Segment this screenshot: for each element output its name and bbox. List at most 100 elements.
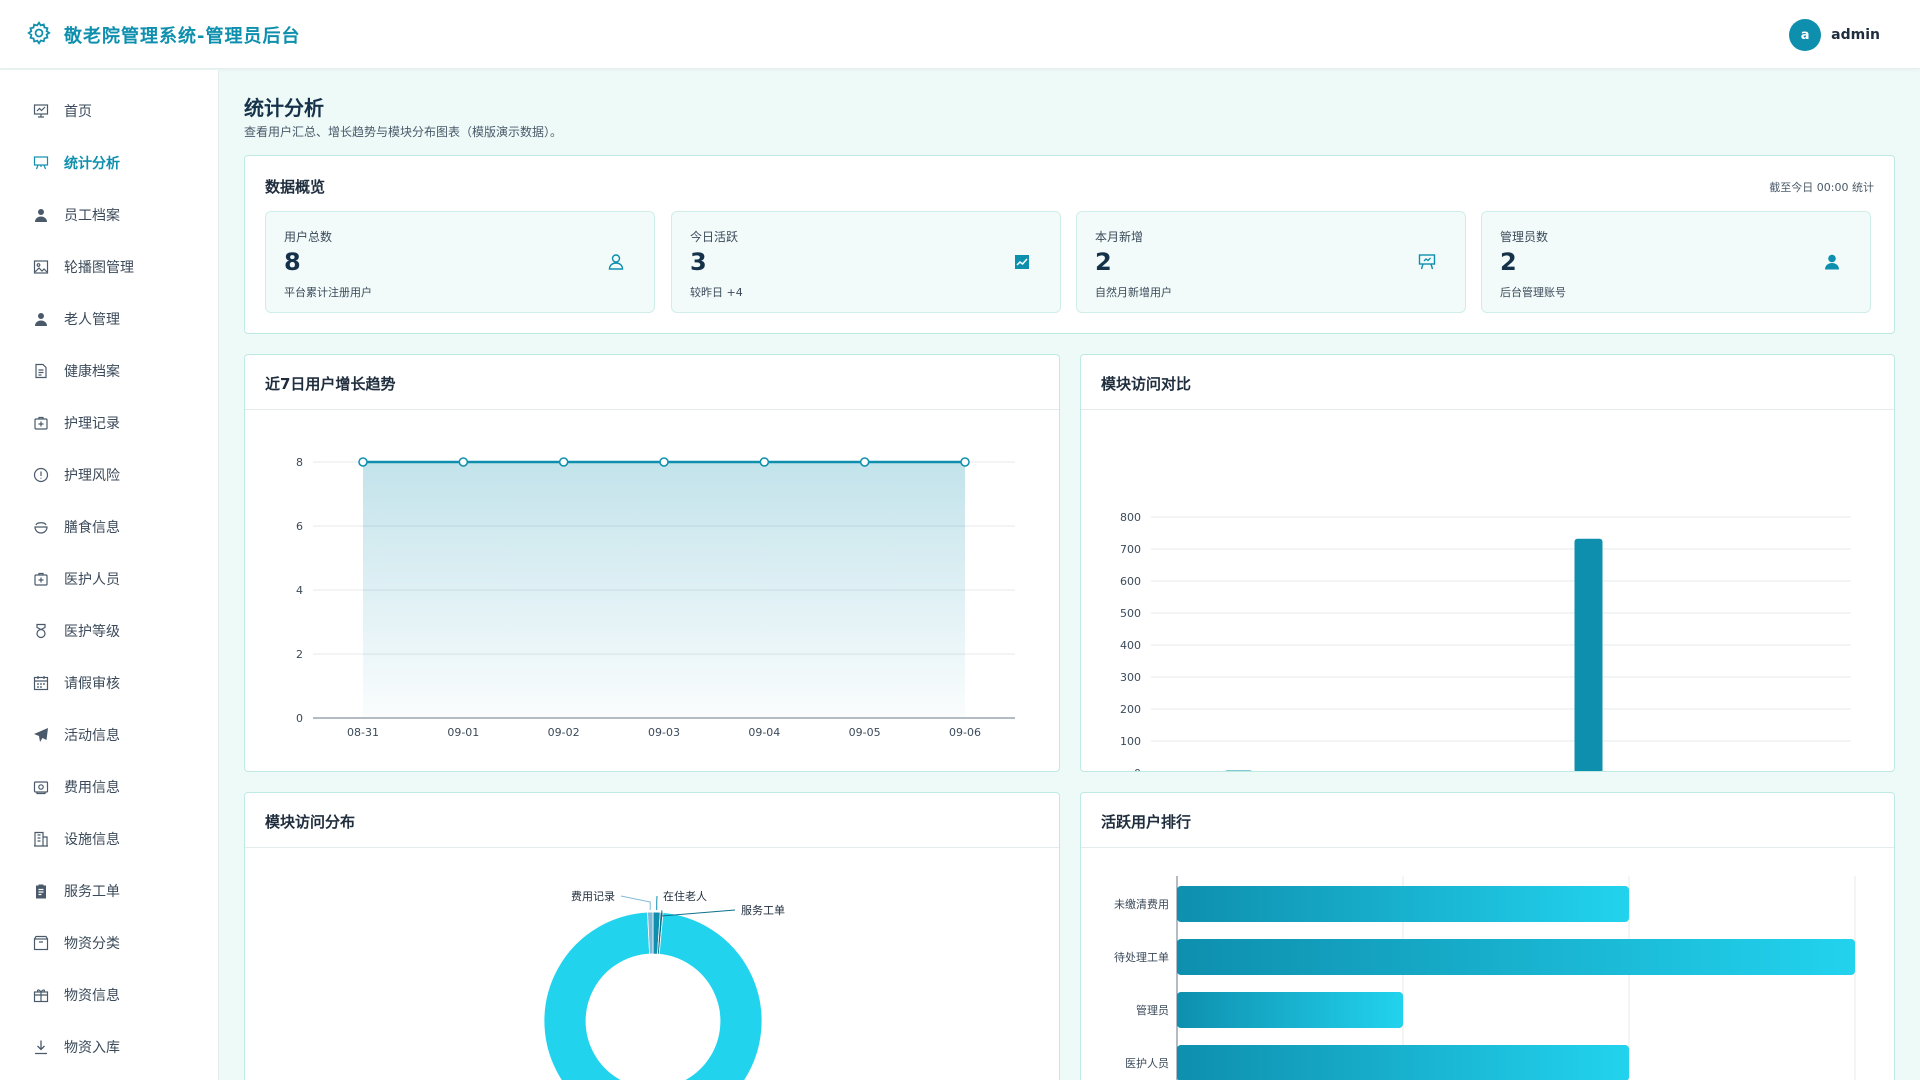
trend-chart-icon — [1012, 252, 1032, 272]
active-ranking-chart[interactable]: 未缴清费用待处理工单管理员医护人员 — [1081, 848, 1894, 1080]
avatar[interactable]: a — [1789, 19, 1822, 51]
x-tick-label: 09-03 — [648, 726, 680, 739]
y-tick-label: 300 — [1120, 671, 1141, 684]
bar — [1177, 992, 1403, 1028]
y-tick-label: 4 — [296, 584, 303, 597]
stat-card-admins[interactable]: 管理员数 2 后台管理账号 — [1481, 211, 1871, 313]
stat-value: 2 — [1095, 248, 1112, 276]
clipboard-icon — [32, 882, 50, 900]
bar — [1177, 1045, 1629, 1080]
sidebar-item-medical-staff[interactable]: 医护人员 — [0, 559, 219, 599]
sidebar-item-home[interactable]: 首页 — [0, 91, 219, 131]
app-title: 敬老院管理系统-管理员后台 — [64, 26, 301, 47]
sidebar-item-elderly[interactable]: 老人管理 — [0, 299, 219, 339]
top-header: 敬老院管理系统-管理员后台 a admin — [0, 0, 1920, 69]
sidebar-item-nursing-risk[interactable]: 护理风险 — [0, 455, 219, 495]
stat-value: 2 — [1500, 248, 1517, 276]
building-icon — [32, 830, 50, 848]
y-tick-label: 8 — [296, 456, 303, 469]
sidebar-item-fees[interactable]: 费用信息 — [0, 767, 219, 807]
x-tick-label: 09-04 — [748, 726, 780, 739]
sidebar-item-staff[interactable]: 员工档案 — [0, 195, 219, 235]
x-tick-label: 09-01 — [447, 726, 479, 739]
module-visits-chart[interactable]: 0100200300400500600700800在住老人服务工单物资库存费用记… — [1081, 410, 1894, 771]
sidebar-item-label: 老人管理 — [64, 312, 120, 328]
sidebar-item-medical-level[interactable]: 医护等级 — [0, 611, 219, 651]
image-icon — [32, 258, 50, 276]
stat-subtext: 较昨日 +4 — [690, 286, 743, 299]
box-icon — [32, 934, 50, 952]
sidebar-item-banner[interactable]: 轮播图管理 — [0, 247, 219, 287]
y-tick-label: 600 — [1120, 575, 1141, 588]
sidebar-item-meals[interactable]: 膳食信息 — [0, 507, 219, 547]
y-tick-label: 500 — [1120, 607, 1141, 620]
pie-label: 费用记录 — [571, 890, 615, 903]
sidebar-item-statistics[interactable]: 统计分析 — [0, 143, 219, 183]
chart-title: 活跃用户排行 — [1101, 813, 1192, 831]
sidebar-item-label: 物资分类 — [64, 936, 120, 952]
overview-card: 数据概览 截至今日 00:00 统计 用户总数 8 平台累计注册用户 今日活跃 … — [244, 155, 1895, 334]
sidebar-item-service-orders[interactable]: 服务工单 — [0, 871, 219, 911]
data-point — [759, 457, 770, 467]
y-tick-label: 6 — [296, 520, 303, 533]
y-tick-label: 未缴清费用 — [1114, 897, 1169, 911]
sidebar-item-label: 护理风险 — [64, 468, 120, 484]
x-tick-label: 09-06 — [949, 726, 981, 739]
brand[interactable]: 敬老院管理系统-管理员后台 — [26, 20, 300, 50]
warning-circle-icon — [32, 466, 50, 484]
calendar-icon — [32, 674, 50, 692]
y-tick-label: 100 — [1120, 735, 1141, 748]
data-point — [458, 457, 469, 467]
active-ranking-card: 活跃用户排行 未缴清费用 待处理工单 管理员 医护人员 — [1080, 792, 1895, 1080]
module-visits-card: 模块访问对比 0100200300400500600700800在住老人服务工单… — [1080, 354, 1895, 772]
sidebar-item-label: 统计分析 — [64, 156, 120, 172]
y-tick-label: 700 — [1120, 543, 1141, 556]
stat-card-active-today[interactable]: 今日活跃 3 较昨日 +4 — [671, 211, 1061, 313]
sidebar-item-activities[interactable]: 活动信息 — [0, 715, 219, 755]
bar — [1225, 770, 1252, 771]
sidebar-item-supply-inbound[interactable]: 物资入库 — [0, 1027, 219, 1067]
sidebar-item-label: 员工档案 — [64, 208, 120, 224]
sidebar-item-nursing-records[interactable]: 护理记录 — [0, 403, 219, 443]
data-point — [960, 457, 970, 467]
sidebar-item-health-records[interactable]: 健康档案 — [0, 351, 219, 391]
overview-title: 数据概览 — [265, 178, 326, 196]
sidebar-item-label: 膳食信息 — [64, 520, 120, 536]
sidebar-item-facilities[interactable]: 设施信息 — [0, 819, 219, 859]
sidebar-item-label: 物资信息 — [64, 988, 120, 1004]
sidebar-item-supply-info[interactable]: 物资信息 — [0, 975, 219, 1015]
y-tick-label: 医护人员 — [1125, 1056, 1169, 1070]
y-tick-label: 0 — [296, 712, 303, 725]
sidebar-item-label: 活动信息 — [64, 728, 120, 744]
growth-trend-chart[interactable]: 0 2 4 6 8 08-31 09-01 09-02 09-03 09-04 09-05 09-06 — [245, 410, 1059, 771]
download-icon — [32, 1038, 50, 1056]
x-tick-label: 09-05 — [849, 726, 881, 739]
chart-board-icon — [32, 102, 50, 120]
module-distribution-chart[interactable]: 在住老人服务工单 费用记录 — [245, 848, 1059, 1080]
y-tick-label: 200 — [1120, 703, 1141, 716]
stat-card-total-users[interactable]: 用户总数 8 平台累计注册用户 — [265, 211, 655, 313]
page-title: 统计分析 — [244, 96, 324, 120]
pie-label-line — [661, 909, 736, 917]
sidebar-item-leave-review[interactable]: 请假审核 — [0, 663, 219, 703]
stat-card-new-this-month[interactable]: 本月新增 2 自然月新增用户 — [1076, 211, 1466, 313]
data-point — [558, 457, 569, 467]
y-tick-label: 800 — [1120, 511, 1141, 524]
presentation-icon — [1417, 252, 1437, 272]
data-point — [358, 457, 368, 467]
document-icon — [32, 362, 50, 380]
user-outline-icon — [606, 252, 626, 272]
sidebar-item-supply-category[interactable]: 物资分类 — [0, 923, 219, 963]
sidebar-item-label: 设施信息 — [64, 832, 120, 848]
stat-label: 管理员数 — [1500, 230, 1549, 244]
gift-box-icon — [32, 986, 50, 1004]
stat-timestamp: 截至今日 00:00 统计 — [1769, 181, 1874, 194]
sidebar-item-label: 护理记录 — [64, 416, 120, 432]
user-menu[interactable]: a admin — [1789, 19, 1880, 51]
bowl-icon — [32, 518, 50, 536]
stat-label: 用户总数 — [284, 230, 333, 244]
username[interactable]: admin — [1831, 27, 1880, 43]
sidebar-item-label: 首页 — [64, 104, 92, 120]
sidebar-item-label: 服务工单 — [64, 884, 120, 900]
module-distribution-card: 模块访问分布 在住老人 服务工单 费用记录 — [244, 792, 1060, 1080]
